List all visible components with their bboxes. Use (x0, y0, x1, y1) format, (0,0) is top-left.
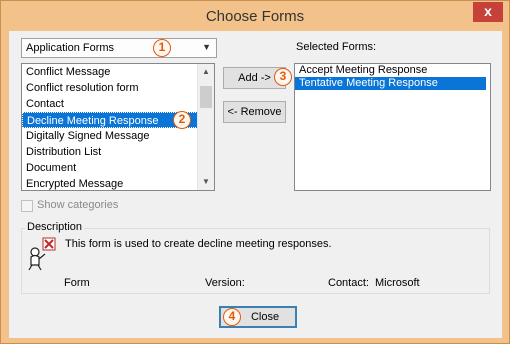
list-item[interactable]: Contact (22, 96, 198, 112)
scroll-down-icon[interactable]: ▼ (198, 174, 214, 190)
callout-4: 4 (223, 308, 241, 326)
list-item[interactable]: Conflict resolution form (22, 80, 198, 96)
add-button-label: Add -> (238, 72, 271, 84)
selected-forms-list[interactable]: Accept Meeting Response Tentative Meetin… (294, 63, 491, 191)
close-button-label: Close (250, 311, 280, 323)
remove-button-label: <- Remove (227, 106, 282, 118)
callout-2: 2 (173, 111, 191, 129)
list-item-selected[interactable]: Decline Meeting Response (22, 112, 198, 128)
description-text: This form is used to create decline meet… (65, 238, 332, 250)
form-source-value: Application Forms (26, 42, 115, 54)
scroll-thumb[interactable] (200, 86, 212, 108)
form-label: Form (64, 277, 90, 289)
scroll-up-icon[interactable]: ▲ (198, 64, 214, 80)
version-label: Version: (205, 277, 245, 289)
list-item[interactable]: Digitally Signed Message (22, 128, 198, 144)
description-title: Description (25, 221, 85, 233)
callout-3: 3 (274, 68, 292, 86)
callout-1: 1 (153, 39, 171, 57)
close-window-button[interactable]: x (473, 2, 503, 22)
list-item[interactable]: Distribution List (22, 144, 198, 160)
list-item[interactable]: Conflict Message (22, 64, 198, 80)
title-bar: Choose Forms x (1, 1, 509, 31)
list-item[interactable]: Document (22, 160, 198, 176)
show-categories-checkbox[interactable] (21, 200, 33, 212)
list-item[interactable]: Encrypted Message (22, 176, 198, 190)
list-item[interactable]: Accept Meeting Response (295, 64, 486, 77)
chevron-down-icon: ▼ (202, 42, 211, 52)
dialog-client-area: Application Forms ▼ 1 Conflict Message C… (9, 31, 502, 338)
dialog-title: Choose Forms (205, 8, 305, 25)
show-categories-label: Show categories (37, 199, 119, 211)
contact-label: Contact: (328, 277, 369, 289)
selected-forms-label: Selected Forms: (296, 41, 377, 53)
remove-button[interactable]: <- Remove (223, 101, 286, 123)
contact-value: Microsoft (375, 277, 420, 289)
list-scrollbar[interactable]: ▲ ▼ (197, 64, 214, 190)
list-item-selected[interactable]: Tentative Meeting Response (295, 77, 486, 90)
form-icon (28, 237, 56, 271)
choose-forms-dialog: Choose Forms x Application Forms ▼ 1 Con… (0, 0, 510, 344)
form-source-dropdown[interactable]: Application Forms ▼ (21, 38, 217, 58)
